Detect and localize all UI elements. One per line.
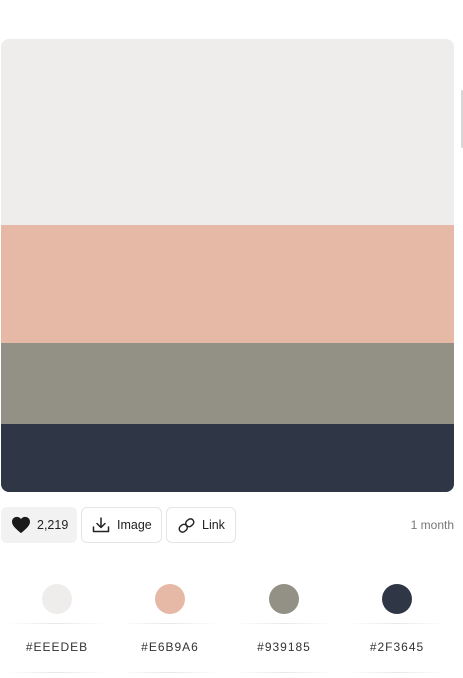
swatch-list: #EEEDEB #E6B9A6 #939185 #2F3645 (0, 573, 454, 673)
palette-age: 1 month (410, 518, 454, 532)
download-icon (92, 517, 110, 533)
color-dot (42, 584, 72, 614)
color-stripe-1[interactable] (1, 39, 454, 225)
color-dot (382, 584, 412, 614)
image-button-label: Image (117, 518, 152, 532)
link-icon (177, 517, 196, 534)
color-stripe-4[interactable] (1, 424, 454, 492)
heart-icon (11, 516, 31, 534)
color-dot (155, 584, 185, 614)
download-image-button[interactable]: Image (81, 507, 162, 543)
divider (347, 623, 447, 624)
hex-code[interactable]: #939185 (234, 640, 334, 654)
color-dot (269, 584, 299, 614)
swatch-item[interactable]: #2F3645 (347, 573, 447, 673)
link-button-label: Link (202, 518, 225, 532)
swatch-item[interactable]: #EEEDEB (7, 573, 107, 673)
hex-code[interactable]: #2F3645 (347, 640, 447, 654)
hex-code[interactable]: #E6B9A6 (120, 640, 220, 654)
divider (120, 672, 220, 673)
divider (7, 672, 107, 673)
palette-preview[interactable] (1, 39, 454, 492)
like-count: 2,219 (37, 518, 69, 532)
copy-link-button[interactable]: Link (166, 507, 236, 543)
palette-toolbar: 2,219 Image Link 1 month (1, 507, 454, 543)
divider (120, 623, 220, 624)
divider (234, 672, 334, 673)
like-button[interactable]: 2,219 (1, 507, 77, 543)
hex-code[interactable]: #EEEDEB (7, 640, 107, 654)
color-stripe-2[interactable] (1, 225, 454, 343)
divider (234, 623, 334, 624)
divider (347, 672, 447, 673)
color-stripe-3[interactable] (1, 343, 454, 424)
swatch-item[interactable]: #939185 (234, 573, 334, 673)
swatch-item[interactable]: #E6B9A6 (120, 573, 220, 673)
divider (7, 623, 107, 624)
